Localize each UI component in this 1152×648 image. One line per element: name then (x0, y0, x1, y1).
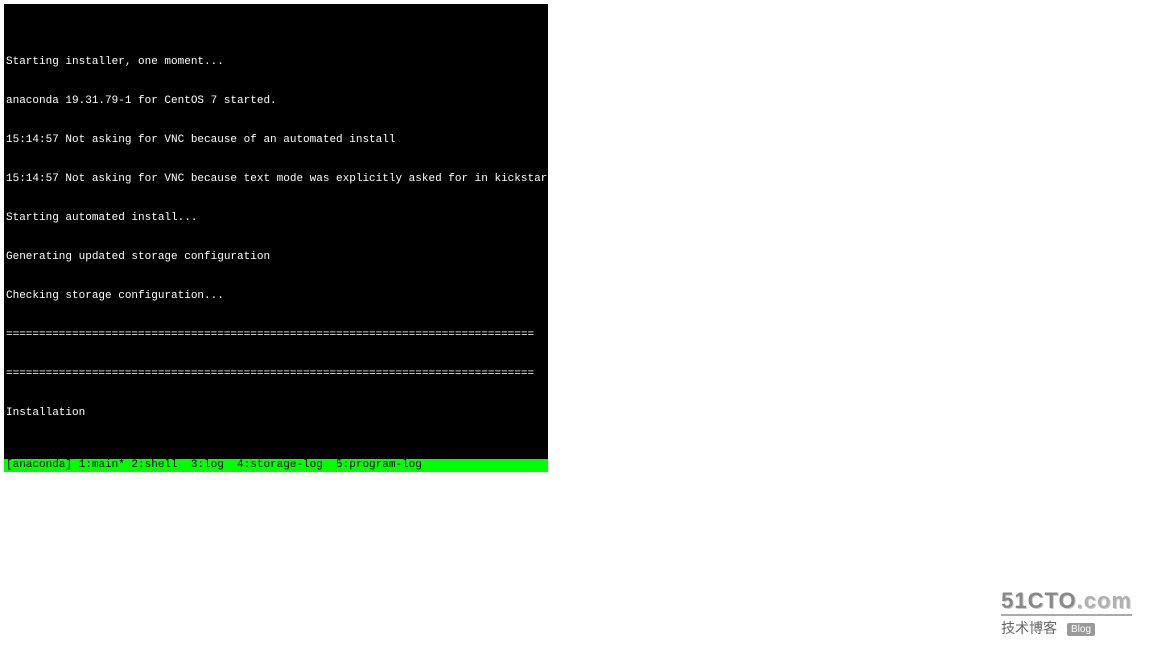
log-line: Generating updated storage configuration (6, 251, 546, 264)
watermark: 51CTO.com 技术博客 Blog (1001, 588, 1132, 638)
watermark-subtitle: 技术博客 Blog (1001, 618, 1132, 638)
log-line: Checking storage configuration... (6, 290, 546, 303)
log-line: 15:14:57 Not asking for VNC because of a… (6, 134, 546, 147)
divider: ========================================… (6, 368, 546, 381)
watermark-text: 51CTO (1001, 588, 1077, 613)
section-title: Installation (6, 407, 546, 420)
watermark-blog-badge: Blog (1067, 623, 1095, 636)
watermark-text: .com (1077, 588, 1132, 613)
watermark-logo: 51CTO.com (1001, 588, 1132, 616)
log-line: 15:14:57 Not asking for VNC because text… (6, 173, 546, 186)
blank-line (6, 446, 546, 459)
terminal-output: Starting installer, one moment... anacon… (4, 30, 548, 472)
divider: ========================================… (6, 329, 546, 342)
log-line: anaconda 19.31.79-1 for CentOS 7 started… (6, 95, 546, 108)
log-line: Starting installer, one moment... (6, 56, 546, 69)
terminal-window: Starting installer, one moment... anacon… (4, 4, 548, 472)
tmux-status-bar[interactable]: [anaconda] 1:main* 2:shell 3:log 4:stora… (4, 459, 548, 472)
log-line: Starting automated install... (6, 212, 546, 225)
watermark-sub-text: 技术博客 (1001, 620, 1057, 636)
